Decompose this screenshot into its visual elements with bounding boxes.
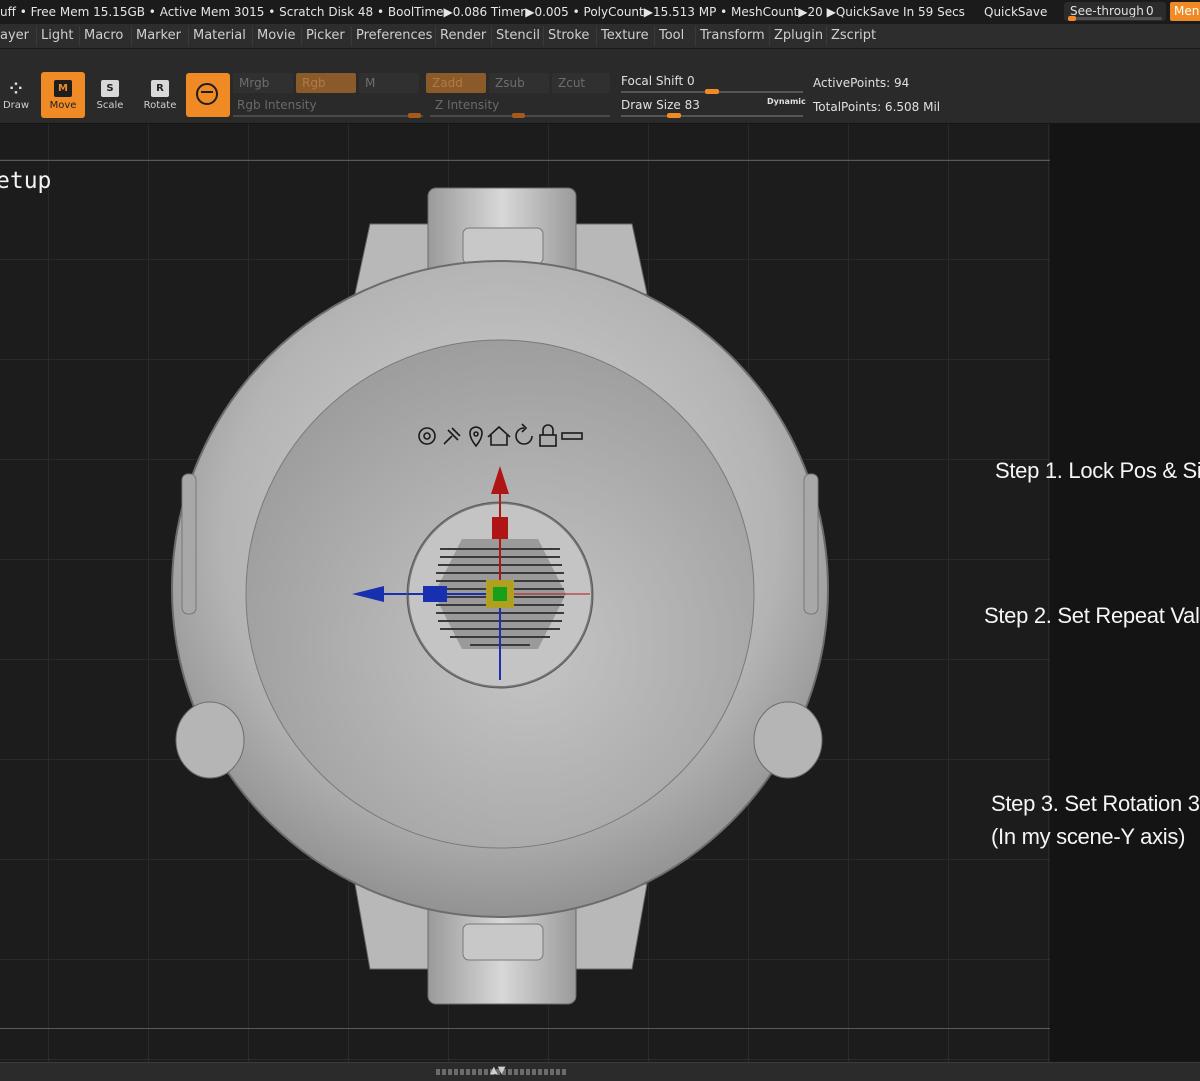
menu-light[interactable]: Light xyxy=(36,26,77,46)
menu-macro[interactable]: Macro xyxy=(79,26,127,46)
side-slot-right xyxy=(803,473,819,615)
menu-zplugin[interactable]: Zplugin xyxy=(769,26,827,46)
menu-preferences[interactable]: Preferences xyxy=(351,26,436,46)
viewport-canvas[interactable]: etup Step 1. Lock Pos & Si Step 2. Set R… xyxy=(0,124,1200,1062)
tool-shelf: ⁘ Draw M Move S Scale R Rotate Mrgb Rgb … xyxy=(0,49,1200,124)
menus-button[interactable]: Menus xyxy=(1170,2,1200,21)
rgb-intensity-label: Rgb Intensity xyxy=(237,98,317,112)
focal-shift-value: 0 xyxy=(687,74,695,88)
menu-stroke[interactable]: Stroke xyxy=(543,26,593,46)
see-through-track[interactable] xyxy=(1068,16,1162,21)
draw-label: Draw xyxy=(2,100,30,111)
see-through-knob[interactable] xyxy=(1068,16,1076,21)
m-button[interactable]: M xyxy=(359,73,419,93)
zsub-button[interactable]: Zsub xyxy=(489,73,549,93)
rotate-label: Rotate xyxy=(143,100,177,111)
rgb-intensity-slider[interactable] xyxy=(233,115,423,117)
draw-size-slider[interactable] xyxy=(621,115,803,117)
draw-button[interactable]: ⁘ Draw xyxy=(0,72,38,118)
edit-button[interactable] xyxy=(186,73,230,117)
strap-link-top xyxy=(462,227,544,265)
menu-stencil[interactable]: Stencil xyxy=(491,26,544,46)
focal-shift-knob[interactable] xyxy=(705,89,719,94)
draw-icon: ⁘ xyxy=(9,79,23,98)
strap-link-bottom xyxy=(462,923,544,961)
edit-sphere-icon xyxy=(196,83,218,105)
watch-model[interactable] xyxy=(0,124,1050,1062)
zcut-button[interactable]: Zcut xyxy=(552,73,610,93)
draw-size-knob[interactable] xyxy=(667,113,681,118)
tray-toggle-icon[interactable]: ▲▼ xyxy=(490,1065,505,1076)
step-1-text: Step 1. Lock Pos & Size xyxy=(995,458,1200,483)
gizmo-y-handle[interactable] xyxy=(492,517,508,539)
step-2-text: Step 2. Set Repeat Value xyxy=(984,603,1200,628)
step-3-note: (In my scene-Y axis) xyxy=(991,824,1186,849)
menu-picker[interactable]: Picker xyxy=(301,26,349,46)
side-slot-left xyxy=(181,473,197,615)
draw-size-value: 83 xyxy=(684,98,700,112)
menu-movie[interactable]: Movie xyxy=(252,26,299,46)
total-points: TotalPoints: 6.508 Mil xyxy=(813,100,941,114)
crown-left xyxy=(175,701,245,779)
quicksave-button[interactable]: QuickSave xyxy=(984,5,1047,19)
rgb-button[interactable]: Rgb xyxy=(296,73,356,93)
bottom-tray-bar: ▲▼ xyxy=(0,1062,1200,1081)
menu-transform[interactable]: Transform xyxy=(695,26,769,46)
scale-button[interactable]: S Scale xyxy=(88,72,132,118)
memory-stats: uff • Free Mem 15.15GB • Active Mem 3015… xyxy=(0,5,965,19)
scale-icon: S xyxy=(101,80,119,97)
menu-bar: ayer Light Macro Marker Material Movie P… xyxy=(0,24,1200,49)
draw-size-label: Draw Size 83 xyxy=(621,98,700,112)
gizmo-center-green[interactable] xyxy=(493,587,507,601)
menu-tool[interactable]: Tool xyxy=(654,26,688,46)
crown-right xyxy=(753,701,823,779)
see-through-label: See-through xyxy=(1070,4,1144,18)
see-through-slider[interactable]: See-through 0 xyxy=(1064,2,1166,21)
step-3-text: Step 3. Set Rotation 360 xyxy=(991,791,1200,816)
menu-zscript[interactable]: Zscript xyxy=(826,26,880,46)
z-intensity-knob[interactable] xyxy=(512,113,525,118)
mrgb-button[interactable]: Mrgb xyxy=(233,73,293,93)
status-bar: uff • Free Mem 15.15GB • Active Mem 3015… xyxy=(0,0,1200,24)
move-icon: M xyxy=(54,80,72,97)
menu-material[interactable]: Material xyxy=(188,26,250,46)
zadd-button[interactable]: Zadd xyxy=(426,73,486,93)
move-label: Move xyxy=(49,100,77,111)
gizmo-x-handle[interactable] xyxy=(423,586,447,602)
menu-marker[interactable]: Marker xyxy=(131,26,185,46)
menu-render[interactable]: Render xyxy=(435,26,490,46)
dynamic-toggle[interactable]: Dynamic xyxy=(767,97,806,106)
menu-layer[interactable]: ayer xyxy=(0,26,33,46)
menu-texture[interactable]: Texture xyxy=(596,26,653,46)
rgb-intensity-knob[interactable] xyxy=(408,113,421,118)
rotate-icon: R xyxy=(151,80,169,97)
active-points: ActivePoints: 94 xyxy=(813,76,910,90)
right-panel xyxy=(1050,124,1200,1062)
see-through-value: 0 xyxy=(1146,4,1154,18)
focal-shift-label: Focal Shift 0 xyxy=(621,74,695,88)
move-button[interactable]: M Move xyxy=(41,72,85,118)
z-intensity-label: Z Intensity xyxy=(435,98,500,112)
rotate-button[interactable]: R Rotate xyxy=(138,72,182,118)
scale-label: Scale xyxy=(96,100,124,111)
